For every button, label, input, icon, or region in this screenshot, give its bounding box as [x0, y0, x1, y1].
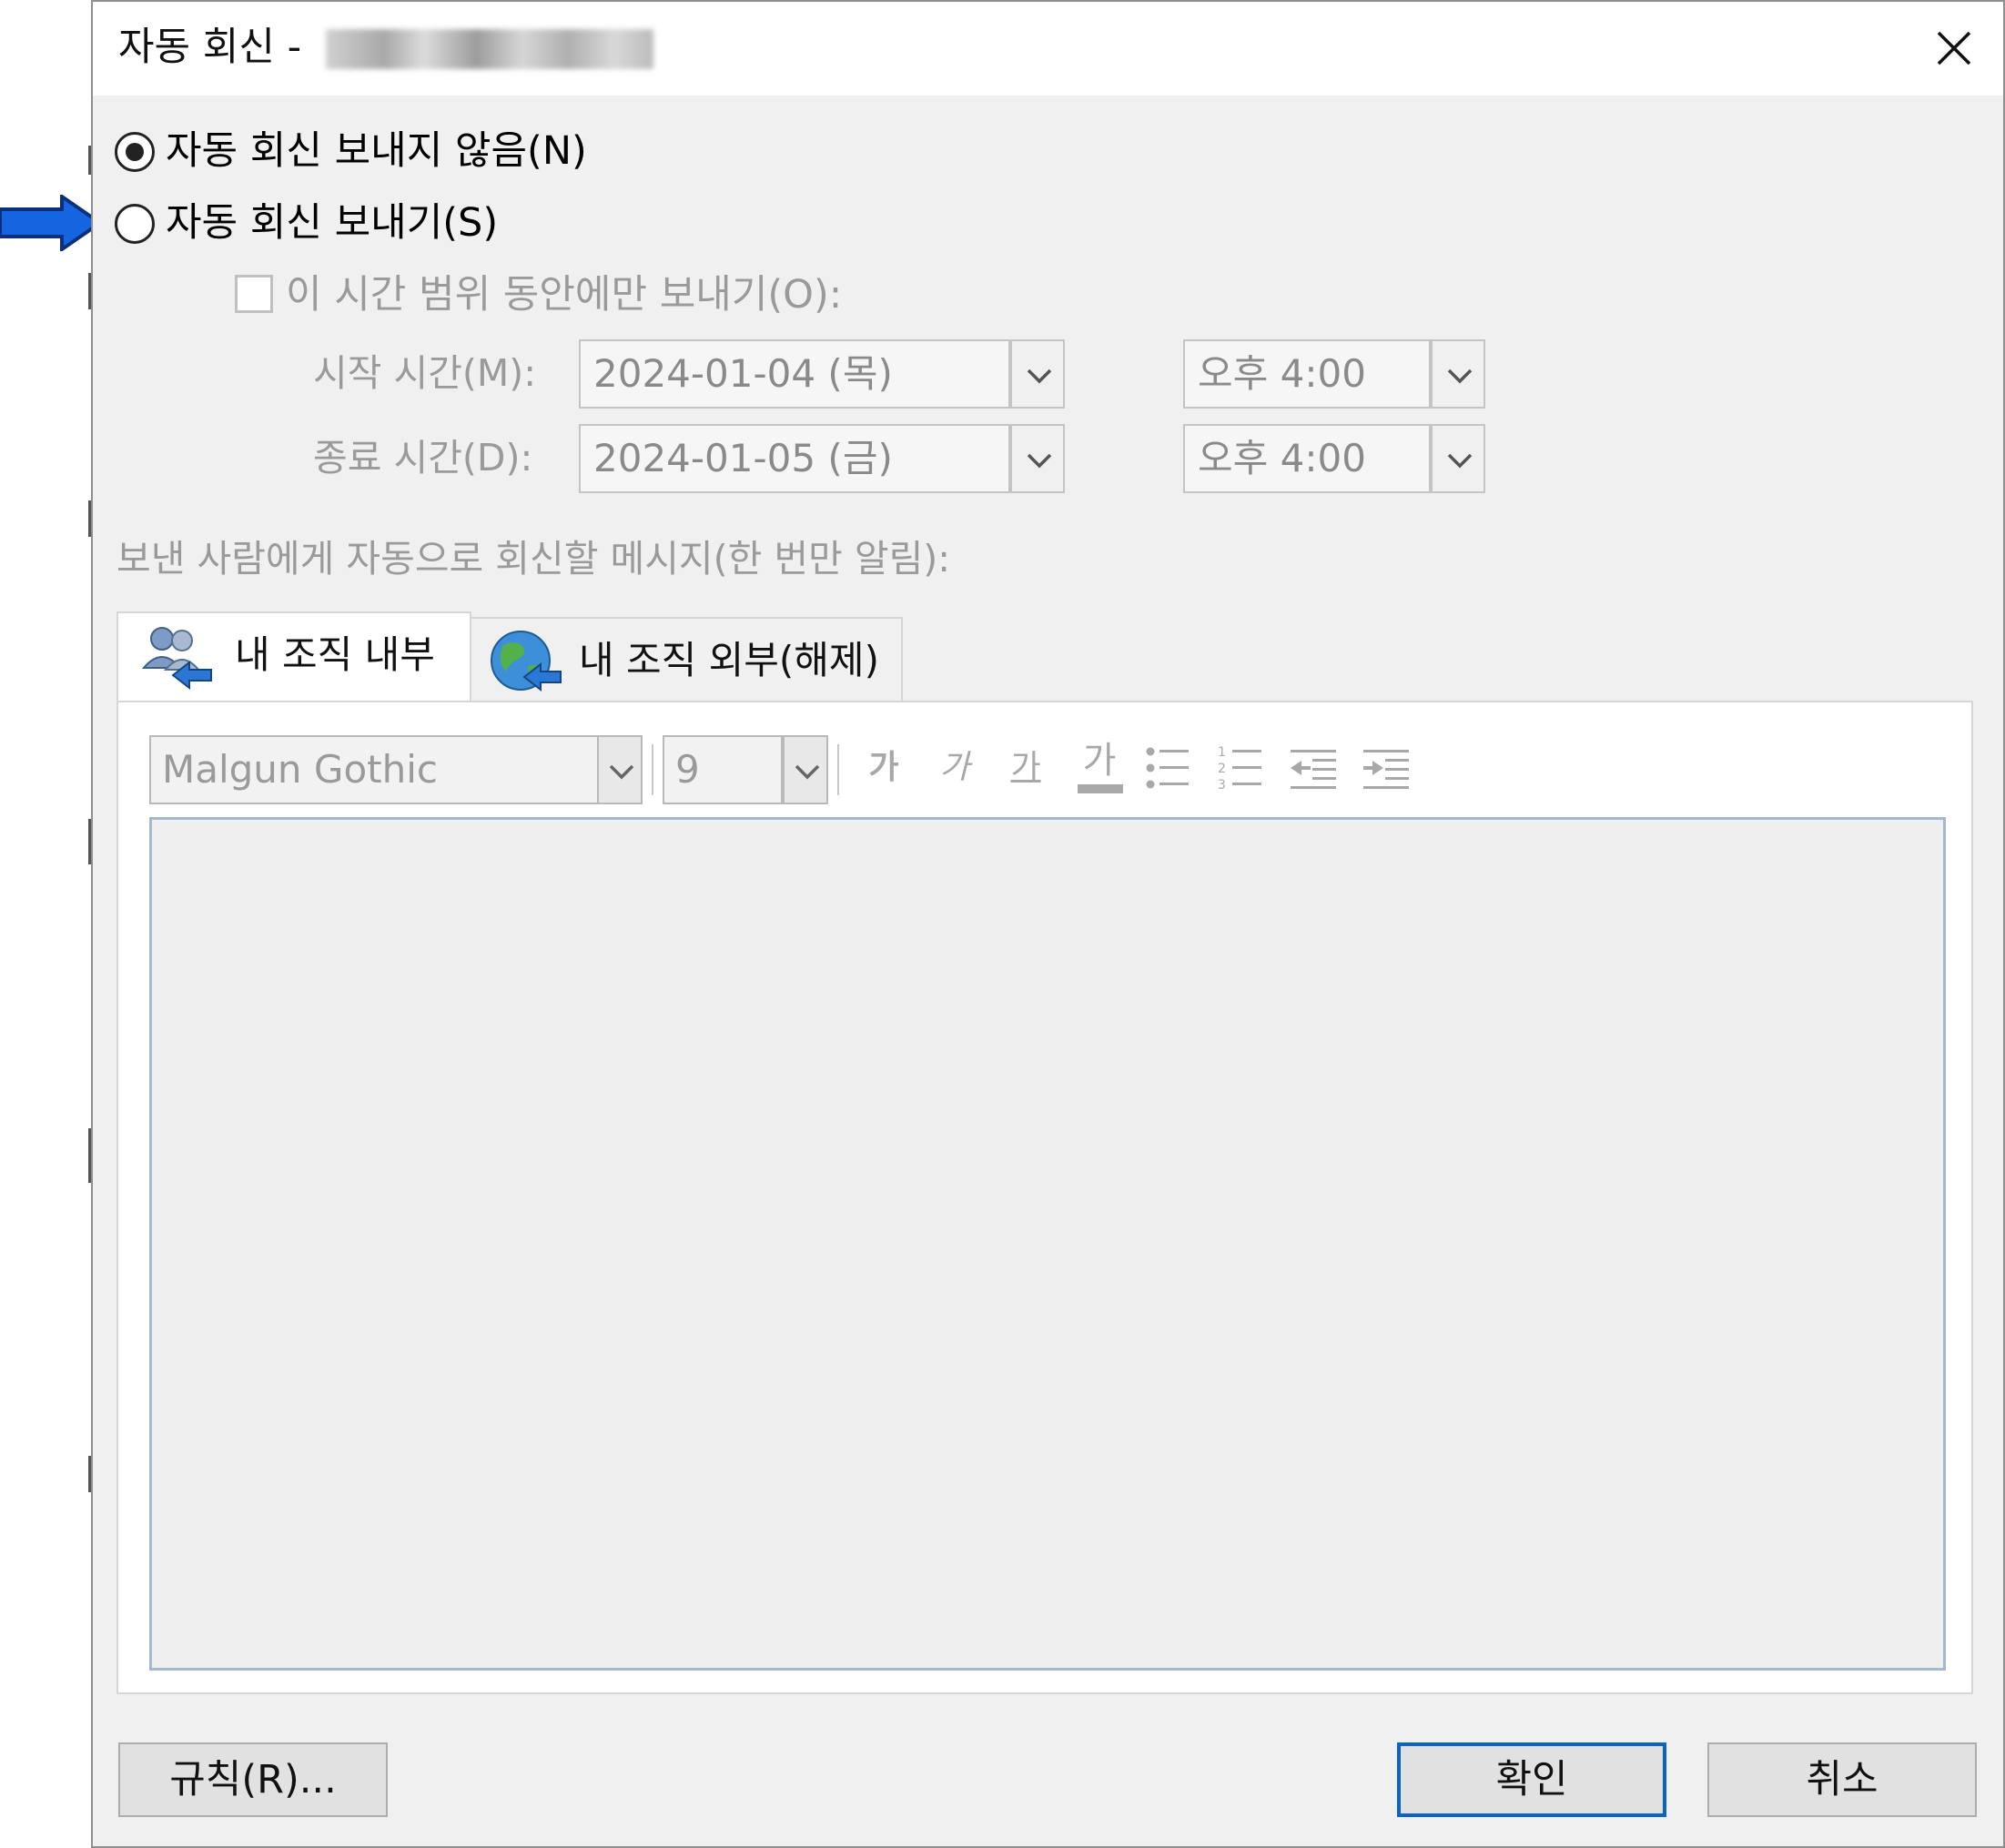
time-range-label: 이 시간 범위 동안에만 보내기(O):: [286, 272, 843, 318]
chevron-down-icon: [1447, 369, 1473, 384]
start-time-dropdown[interactable]: [1431, 339, 1485, 409]
cancel-button[interactable]: 취소: [1707, 1742, 1977, 1817]
message-body-textarea[interactable]: [149, 817, 1946, 1671]
start-date-field[interactable]: 2024-01-04 (목): [579, 339, 1010, 409]
italic-icon[interactable]: 가: [932, 741, 977, 795]
font-color-glyph: 가: [1082, 740, 1117, 782]
annotation-arrow-icon: [0, 195, 102, 251]
time-range-checkbox[interactable]: [235, 275, 273, 313]
rules-button[interactable]: 규칙(R)...: [118, 1742, 388, 1817]
start-time-label: 시작 시간(M):: [313, 351, 537, 395]
send-auto-reply-radio[interactable]: [115, 204, 155, 244]
svg-text:3: 3: [1218, 778, 1226, 793]
bullet-list-icon[interactable]: [1143, 742, 1192, 793]
svg-text:2: 2: [1218, 762, 1226, 776]
end-date-dropdown[interactable]: [1010, 424, 1065, 493]
toolbar-separator: [837, 744, 839, 795]
tab-inside-label: 내 조직 내부: [235, 632, 435, 677]
radio-selected-dot: [126, 143, 144, 161]
bold-icon[interactable]: 가: [861, 741, 906, 795]
font-name-dropdown[interactable]: [597, 735, 643, 804]
globe-arrow-icon: [491, 631, 562, 692]
ok-button[interactable]: 확인: [1397, 1742, 1666, 1817]
tab-outside-label: 내 조직 외부(해제): [579, 638, 879, 682]
start-time-field[interactable]: 오후 4:00: [1183, 339, 1431, 409]
end-date-field[interactable]: 2024-01-05 (금): [579, 424, 1010, 493]
increase-indent-icon[interactable]: [1360, 742, 1413, 793]
send-auto-reply-label[interactable]: 자동 회신 보내기(S): [166, 197, 498, 248]
font-color-swatch: [1078, 784, 1123, 793]
chevron-down-icon: [795, 764, 820, 780]
chevron-down-icon: [1447, 453, 1473, 469]
blurred-account-name: [326, 29, 653, 69]
chevron-down-icon: [1027, 453, 1052, 469]
no-auto-reply-radio[interactable]: [115, 132, 155, 172]
svg-text:1: 1: [1218, 745, 1226, 760]
toolbar-separator: [652, 744, 653, 795]
end-time-dropdown[interactable]: [1431, 424, 1485, 493]
chevron-down-icon: [1027, 369, 1052, 384]
message-label: 보낸 사람에게 자동으로 회신할 메시지(한 번만 알림):: [116, 537, 951, 581]
font-size-dropdown[interactable]: [783, 735, 828, 804]
end-time-label: 종료 시간(D):: [313, 436, 533, 480]
underline-icon[interactable]: 가: [1003, 741, 1048, 795]
close-icon[interactable]: [1922, 16, 1986, 80]
font-name-field[interactable]: Malgun Gothic: [149, 735, 599, 804]
numbered-list-icon[interactable]: 1 2 3: [1216, 742, 1265, 793]
tab-outside-organization[interactable]: 내 조직 외부(해제): [470, 617, 903, 702]
chevron-down-icon: [609, 764, 634, 780]
people-arrow-icon: [141, 627, 212, 691]
no-auto-reply-label[interactable]: 자동 회신 보내지 않음(N): [166, 126, 587, 177]
dialog-title: 자동 회신 -: [118, 25, 302, 70]
tab-inside-organization[interactable]: 내 조직 내부: [116, 611, 471, 702]
font-color-icon[interactable]: 가: [1074, 733, 1125, 797]
decrease-indent-icon[interactable]: [1287, 742, 1340, 793]
font-size-field[interactable]: 9: [663, 735, 783, 804]
end-time-field[interactable]: 오후 4:00: [1183, 424, 1431, 493]
start-date-dropdown[interactable]: [1010, 339, 1065, 409]
